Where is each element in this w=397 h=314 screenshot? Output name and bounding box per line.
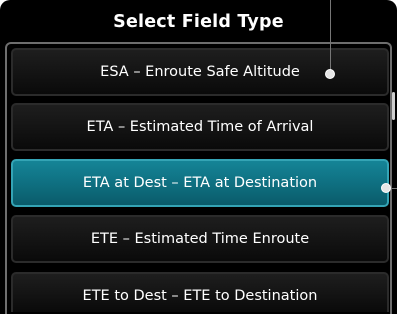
field-type-option-ete-to-dest[interactable]: ETE to Dest – ETE to Destination [11,272,389,312]
field-type-option-eta-at-dest[interactable]: ETA at Dest – ETA at Destination [11,159,389,207]
field-type-option-ete[interactable]: ETE – Estimated Time Enroute [11,215,389,263]
callout-line-right [390,188,397,189]
select-field-type-screen: Select Field Type ESA – Enroute Safe Alt… [0,0,397,314]
callout-dot-right [381,183,391,193]
dialog-title: Select Field Type [113,12,284,32]
callout-dot-top [325,69,335,79]
list-scrollbar[interactable] [392,92,395,120]
field-type-option-eta[interactable]: ETA – Estimated Time of Arrival [11,103,389,151]
callout-line-top [330,0,331,74]
